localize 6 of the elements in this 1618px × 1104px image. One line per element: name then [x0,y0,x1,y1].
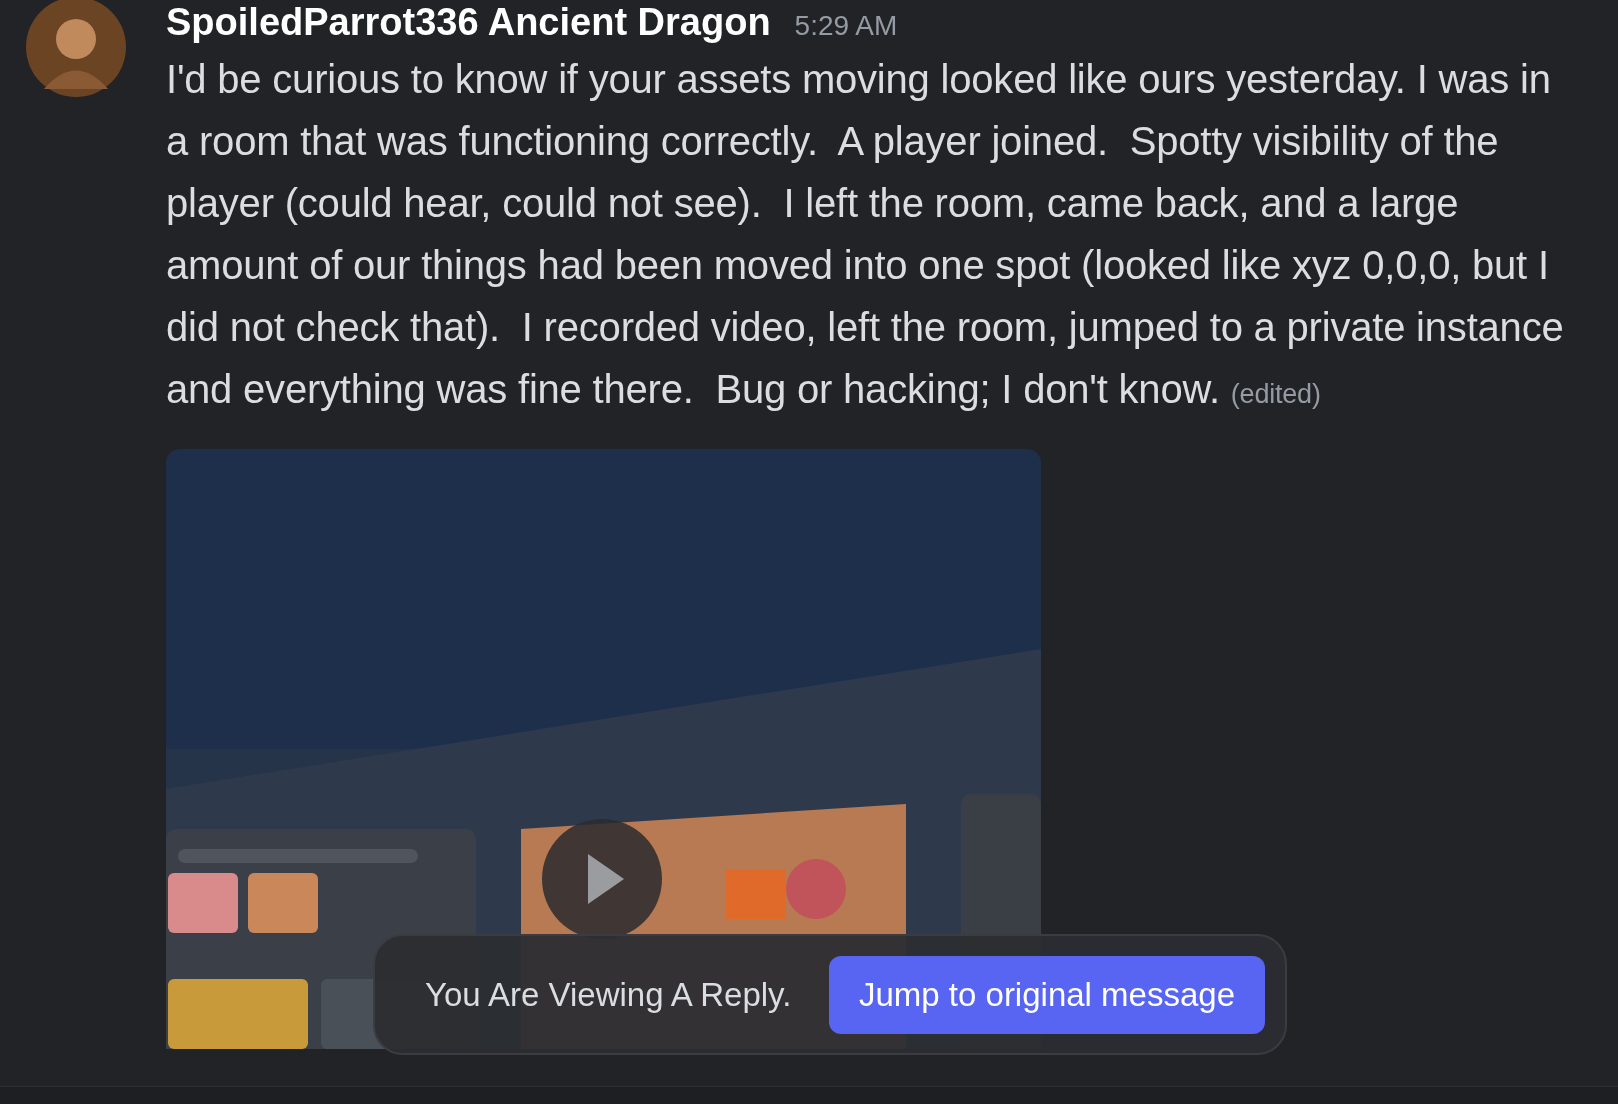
message-text: I'd be curious to know if your assets moving looked like ours yesterday. I was in a room that was functioning correctly. A player joined. Spotty visibility of the player (could hear, could not see). I left the room, came back, and a large amount of our things had been moved into one spot (looked like xyz 0,0,0, but I did not check that). I recorded video, left the room, jumped to a private instance and everything was fine there. Bug or hacking; I don't know. (edited) [166,56,1565,413]
reply-notice-text: You Are Viewing A Reply. [425,974,792,1015]
avatar[interactable] [26,0,126,97]
username[interactable]: SpoiledParrot336 Ancient Dragon [166,0,771,51]
jump-button[interactable]: Jump to original message [828,955,1265,1034]
timestamp: 5:29 AM [794,9,898,43]
